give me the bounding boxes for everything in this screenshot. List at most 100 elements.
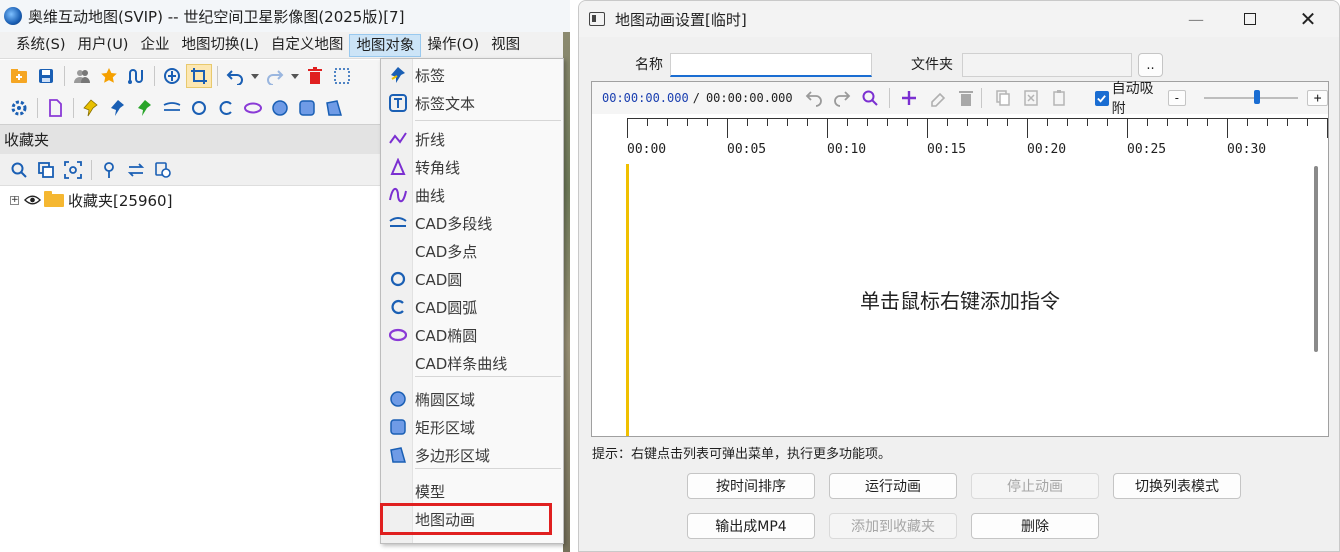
copy-icon[interactable] xyxy=(992,86,1014,110)
browse-button[interactable]: .. xyxy=(1138,53,1163,77)
undo-icon[interactable] xyxy=(803,86,825,110)
menu-item-2[interactable]: 标签文本 xyxy=(381,89,563,117)
delete-button[interactable]: 删除 xyxy=(971,513,1099,539)
add-icon[interactable] xyxy=(898,86,920,110)
menu-item-8[interactable]: CAD圆 xyxy=(381,265,563,293)
cad-polyline-tool-icon[interactable] xyxy=(159,96,185,120)
menu-item-9[interactable]: CAD圆弧 xyxy=(381,293,563,321)
auto-snap-checkbox[interactable] xyxy=(1094,90,1109,106)
star-icon[interactable] xyxy=(96,64,122,88)
visibility-eye-icon[interactable] xyxy=(24,192,41,210)
add-to-favorites-button[interactable]: 添加到收藏夹 xyxy=(829,513,957,539)
ellipse-area-tool-icon[interactable] xyxy=(267,96,293,120)
redo-icon[interactable] xyxy=(262,64,288,88)
folder-label: 文件夹 xyxy=(911,57,953,73)
menu-item-label: 标签 xyxy=(415,66,446,85)
swap-icon[interactable] xyxy=(123,158,149,182)
pin-blue-icon[interactable] xyxy=(105,96,131,120)
menu-item-15[interactable]: 模型 xyxy=(381,477,563,505)
settings-icon[interactable] xyxy=(6,96,32,120)
tree-item-label: 收藏夹[25960] xyxy=(68,192,173,210)
toggle-list-mode-button[interactable]: 切换列表模式 xyxy=(1113,473,1241,499)
menu-item-4[interactable]: 转角线 xyxy=(381,153,563,181)
ruler-major-tick xyxy=(827,118,828,138)
name-input[interactable] xyxy=(670,53,872,77)
menu-item-13[interactable]: 矩形区域 xyxy=(381,413,563,441)
menu-user[interactable]: 用户(U) xyxy=(72,34,135,57)
redo-icon[interactable] xyxy=(831,86,853,110)
menu-item-14[interactable]: 多边形区域 xyxy=(381,441,563,469)
route-icon[interactable] xyxy=(123,64,149,88)
search-icon[interactable] xyxy=(6,158,32,182)
document-icon[interactable] xyxy=(42,96,68,120)
edit-mode-icon[interactable] xyxy=(186,64,212,88)
circle-tool-icon[interactable] xyxy=(186,96,212,120)
pin-icon xyxy=(381,66,415,84)
export-mp4-button[interactable]: 输出成MP4 xyxy=(687,513,815,539)
menu-operation[interactable]: 操作(O) xyxy=(421,34,485,57)
tree-row-favorites[interactable]: + 收藏夹[25960] xyxy=(10,190,172,211)
vertical-scrollbar[interactable] xyxy=(1314,166,1318,352)
menu-item-12[interactable]: 椭圆区域 xyxy=(381,385,563,413)
menu-item-label: 标签文本 xyxy=(415,94,476,113)
pin-green-icon[interactable] xyxy=(132,96,158,120)
menu-item-5[interactable]: 曲线 xyxy=(381,181,563,209)
zoom-slider-thumb[interactable] xyxy=(1254,90,1261,104)
undo-icon[interactable] xyxy=(222,64,248,88)
focus-icon[interactable] xyxy=(60,158,86,182)
pin-yellow-icon[interactable] xyxy=(78,96,104,120)
location-icon[interactable] xyxy=(96,158,122,182)
polygon-area-tool-icon[interactable] xyxy=(321,96,347,120)
minimize-button[interactable]: — xyxy=(1173,1,1219,37)
menu-item-3[interactable]: 折线 xyxy=(381,125,563,153)
sort-by-time-button[interactable]: 按时间排序 xyxy=(687,473,815,499)
ruler-label: 00:25 xyxy=(1127,142,1167,157)
menu-system[interactable]: 系统(S) xyxy=(10,34,72,57)
timeline-panel[interactable]: 00:00:00.000 / 00:00:00.000 自动吸附 - + 00:… xyxy=(591,81,1329,437)
menu-item-7[interactable]: CAD多点 xyxy=(381,237,563,265)
delete-icon[interactable] xyxy=(302,64,328,88)
menu-item-11[interactable]: CAD样条曲线 xyxy=(381,349,563,377)
select-icon[interactable] xyxy=(329,64,355,88)
paste-icon[interactable] xyxy=(1048,86,1070,110)
highlight-box xyxy=(380,503,552,535)
menu-item-label: 转角线 xyxy=(415,158,461,177)
eraser-icon[interactable] xyxy=(927,86,949,110)
time-ruler[interactable]: 00:00 00:05 00:10 00:15 00:20 00:25 00:30 xyxy=(592,114,1328,164)
menu-item-label: 折线 xyxy=(415,130,446,149)
stop-animation-button[interactable]: 停止动画 xyxy=(971,473,1099,499)
arc-tool-icon[interactable] xyxy=(213,96,239,120)
map-view-edge[interactable] xyxy=(563,32,570,552)
rect-area-tool-icon[interactable] xyxy=(294,96,320,120)
menu-item-1[interactable]: 标签 xyxy=(381,61,563,89)
menu-view[interactable]: 视图 xyxy=(485,34,526,57)
menu-map-switch[interactable]: 地图切换(L) xyxy=(175,34,264,57)
ellipse-tool-icon[interactable] xyxy=(240,96,266,120)
menu-custom-map[interactable]: 自定义地图 xyxy=(265,34,350,57)
folder-input[interactable] xyxy=(962,53,1132,77)
zoom-slider[interactable] xyxy=(1204,90,1299,106)
menu-enterprise[interactable]: 企业 xyxy=(134,34,175,57)
save-icon[interactable] xyxy=(33,64,59,88)
3d-icon[interactable] xyxy=(159,64,185,88)
new-folder-icon[interactable] xyxy=(6,64,32,88)
menu-item-10[interactable]: CAD椭圆 xyxy=(381,321,563,349)
copy-icon[interactable] xyxy=(33,158,59,182)
ruler-major-tick xyxy=(1027,118,1028,138)
close-button[interactable]: ✕ xyxy=(1285,1,1331,37)
total-time: 00:00:00.000 xyxy=(705,91,793,105)
undo-dropdown-icon[interactable] xyxy=(249,64,261,88)
cut-icon[interactable] xyxy=(1020,86,1042,110)
maximize-button[interactable] xyxy=(1227,1,1273,37)
zoom-search-icon[interactable] xyxy=(859,86,881,110)
menu-map-object[interactable]: 地图对象 xyxy=(349,33,422,57)
layers-icon[interactable] xyxy=(150,158,176,182)
menu-item-6[interactable]: CAD多段线 xyxy=(381,209,563,237)
redo-dropdown-icon[interactable] xyxy=(289,64,301,88)
zoom-out-button[interactable]: - xyxy=(1167,90,1187,106)
trash-icon[interactable] xyxy=(955,86,977,110)
users-icon[interactable] xyxy=(69,64,95,88)
zoom-in-button[interactable]: + xyxy=(1307,90,1328,106)
expand-icon[interactable]: + xyxy=(10,196,19,205)
run-animation-button[interactable]: 运行动画 xyxy=(829,473,957,499)
